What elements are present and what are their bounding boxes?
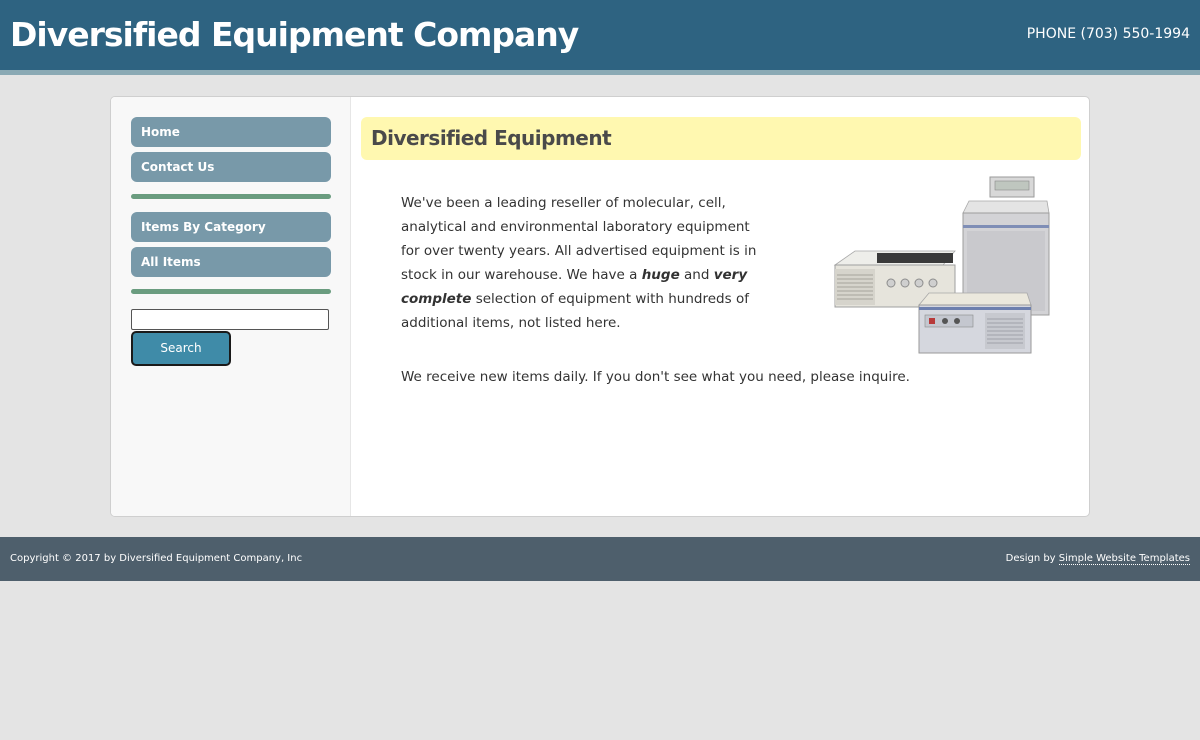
intro-emphasis-huge: huge <box>641 267 680 283</box>
content-title-box: Diversified Equipment <box>361 117 1081 160</box>
main-content: Diversified Equipment We've been a leadi… <box>351 97 1089 516</box>
design-credit-prefix: Design by <box>1005 553 1059 564</box>
nav-home-button[interactable]: Home <box>131 117 331 147</box>
search-input[interactable] <box>131 309 329 330</box>
copyright-text: Copyright © 2017 by Diversified Equipmen… <box>10 553 303 564</box>
design-credit: Design by Simple Website Templates <box>1006 551 1190 567</box>
site-header: Diversified Equipment Company PHONE (703… <box>0 0 1200 70</box>
nav-divider <box>131 289 331 294</box>
site-footer: Copyright © 2017 by Diversified Equipmen… <box>0 537 1200 581</box>
sidebar: Home Contact Us Items By Category All It… <box>111 97 351 516</box>
design-credit-link[interactable]: Simple Website Templates <box>1058 553 1190 565</box>
search-button[interactable]: Search <box>131 331 231 366</box>
nav-all-items-button[interactable]: All Items <box>131 247 331 277</box>
nav-divider <box>131 194 331 199</box>
phone-number: PHONE (703) 550-1994 <box>1026 26 1190 42</box>
intro-paragraph: We've been a leading reseller of molecul… <box>401 191 771 335</box>
lab-equipment-image <box>833 176 1050 354</box>
header-stripe <box>0 70 1200 75</box>
nav-items-by-category-button[interactable]: Items By Category <box>131 212 331 242</box>
main-container: Home Contact Us Items By Category All It… <box>110 96 1090 517</box>
page-title: Diversified Equipment <box>371 126 612 150</box>
nav-contact-us-button[interactable]: Contact Us <box>131 152 331 182</box>
site-title: Diversified Equipment Company <box>10 15 579 54</box>
intro-text-mid: and <box>679 267 714 283</box>
new-items-paragraph: We receive new items daily. If you don't… <box>401 369 910 385</box>
